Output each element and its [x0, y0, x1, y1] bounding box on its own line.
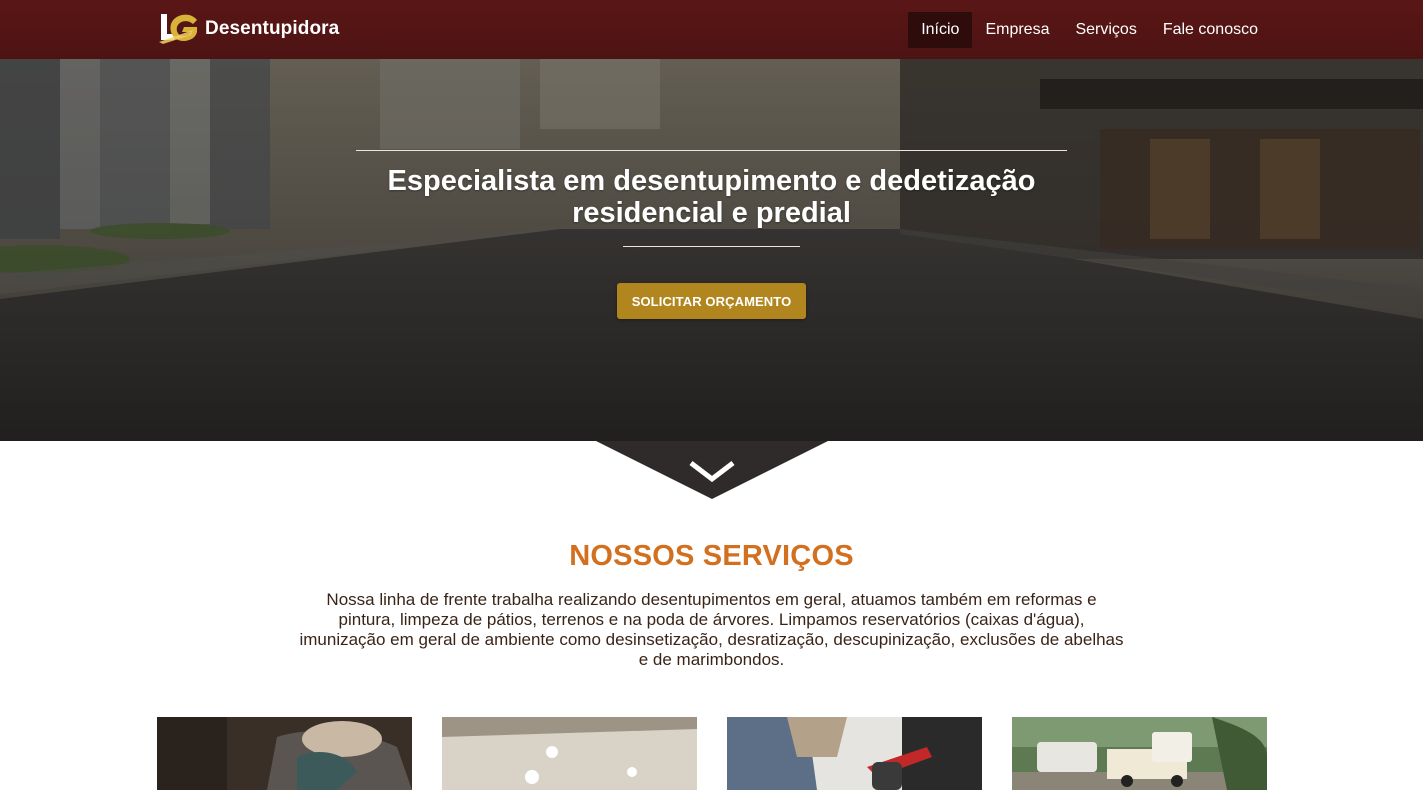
scroll-down-tab[interactable] — [596, 441, 828, 499]
services-title: NOSSOS SERVIÇOS — [569, 540, 854, 572]
nav-menu: Início Empresa Serviços Fale conosco — [908, 12, 1271, 48]
service-card-pest-control[interactable] — [727, 717, 982, 790]
lg-monogram-logo — [159, 14, 197, 44]
nav-link-empresa[interactable]: Empresa — [972, 12, 1062, 48]
request-quote-button[interactable]: SOLICITAR ORÇAMENTO — [617, 283, 806, 319]
ceiling-lights-photo — [442, 717, 697, 790]
drain-cleaning-photo — [157, 717, 412, 790]
hero-title: Especialista em desentupimento e dedetiz… — [387, 165, 1036, 229]
hero-divider-bottom — [623, 246, 800, 247]
brand-link[interactable]: Desentupidora — [157, 12, 339, 46]
navbar: Desentupidora Início Empresa Serviços Fa… — [0, 0, 1423, 59]
hero-section: Especialista em desentupimento e dedetiz… — [0, 59, 1423, 441]
nav-link-inicio[interactable]: Início — [908, 12, 973, 48]
service-card-drain-cleaning[interactable] — [157, 717, 412, 790]
service-card-ceiling[interactable] — [442, 717, 697, 790]
service-truck-photo — [1012, 717, 1267, 790]
service-card-truck[interactable] — [1012, 717, 1267, 790]
pest-control-sprayer-photo — [727, 717, 982, 790]
brand-name: Desentupidora — [205, 18, 340, 39]
hero-divider-top — [356, 150, 1067, 151]
service-cards — [157, 717, 1267, 790]
hero-background-image — [0, 59, 1423, 441]
nav-link-fale-conosco[interactable]: Fale conosco — [1150, 12, 1271, 48]
nav-link-servicos[interactable]: Serviços — [1062, 12, 1149, 48]
services-description: Nossa linha de frente trabalha realizand… — [299, 590, 1124, 669]
